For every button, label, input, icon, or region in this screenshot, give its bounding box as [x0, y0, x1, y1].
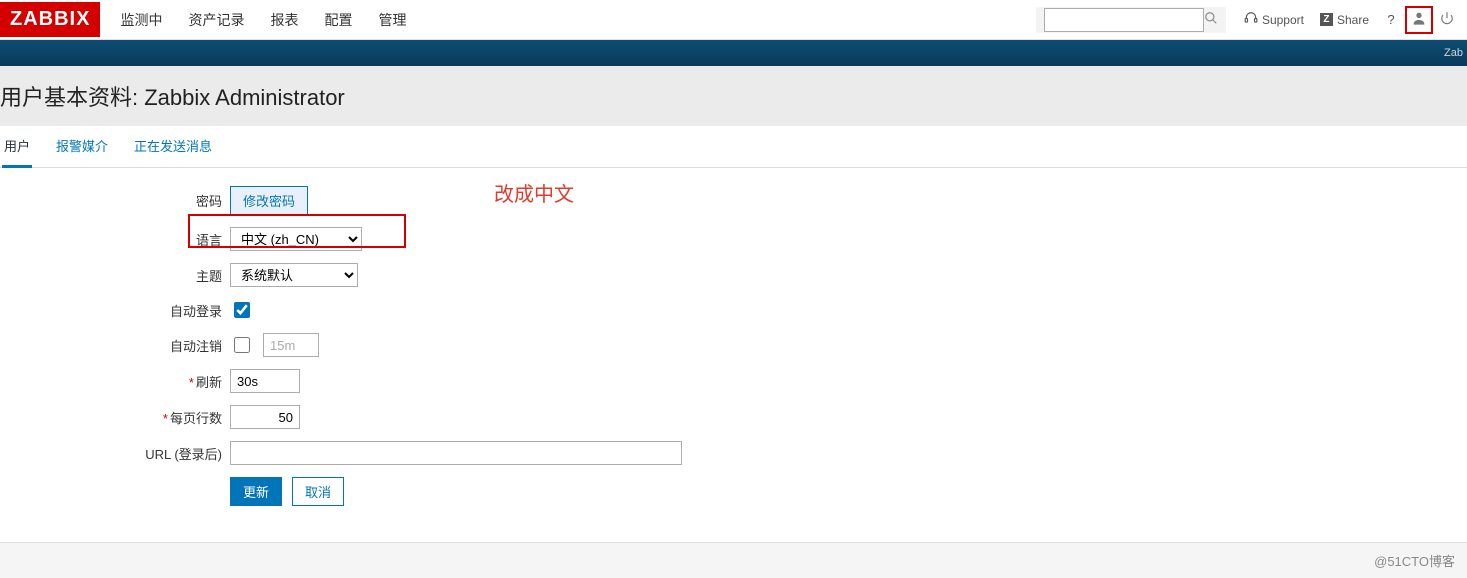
tabs: 用户 报警媒介 正在发送消息: [0, 126, 1467, 168]
share-link[interactable]: Z Share: [1312, 6, 1377, 34]
page-title-prefix: 用户基本资料:: [0, 85, 144, 110]
z-share-icon: Z: [1320, 13, 1333, 26]
tab-media[interactable]: 报警媒介: [54, 136, 110, 167]
sub-nav-bar: Zab: [0, 40, 1467, 66]
search-input[interactable]: [1044, 8, 1204, 32]
tab-user[interactable]: 用户: [2, 136, 32, 168]
search-icon[interactable]: [1204, 11, 1218, 28]
label-theme: 主题: [0, 266, 230, 285]
tab-messaging[interactable]: 正在发送消息: [132, 136, 214, 167]
theme-select[interactable]: 系统默认: [230, 263, 358, 287]
label-refresh: *刷新: [0, 372, 230, 391]
auto-logout-value: [263, 333, 319, 357]
label-url: URL (登录后): [0, 444, 230, 463]
nav-config[interactable]: 配置: [322, 2, 354, 38]
logout-button[interactable]: [1433, 6, 1461, 34]
auto-login-checkbox[interactable]: [234, 302, 250, 318]
label-rows: *每页行数: [0, 408, 230, 427]
footer: @51CTO博客: [0, 542, 1467, 578]
search-box[interactable]: [1036, 7, 1226, 33]
main-menu: 监测中 资产记录 报表 配置 管理: [118, 2, 408, 38]
url-after-login-input[interactable]: [230, 441, 682, 465]
headset-icon: [1244, 11, 1258, 28]
label-auto-login: 自动登录: [0, 301, 230, 320]
share-label: Share: [1337, 13, 1369, 27]
cancel-button[interactable]: 取消: [292, 477, 344, 506]
user-icon: [1411, 10, 1427, 29]
nav-reports[interactable]: 报表: [268, 2, 300, 38]
top-nav: ZABBIX 监测中 资产记录 报表 配置 管理 Support Z Share…: [0, 0, 1467, 40]
rows-per-page-input[interactable]: [230, 405, 300, 429]
subbar-text: Zab: [1444, 47, 1463, 59]
support-link[interactable]: Support: [1236, 6, 1312, 34]
label-language: 语言: [0, 230, 230, 249]
help-button[interactable]: ?: [1377, 6, 1405, 34]
label-password: 密码: [0, 191, 230, 210]
power-icon: [1440, 11, 1454, 28]
support-label: Support: [1262, 13, 1304, 27]
page-title: 用户基本资料: Zabbix Administrator: [0, 80, 1467, 112]
page-header: 用户基本资料: Zabbix Administrator: [0, 66, 1467, 126]
change-password-button[interactable]: 修改密码: [230, 186, 308, 215]
auto-logout-checkbox[interactable]: [234, 337, 250, 353]
nav-monitoring[interactable]: 监测中: [118, 2, 164, 38]
user-profile-button[interactable]: [1405, 6, 1433, 34]
language-select[interactable]: 中文 (zh_CN): [230, 227, 362, 251]
refresh-input[interactable]: [230, 369, 300, 393]
footer-credit: @51CTO博客: [1374, 554, 1455, 569]
update-button[interactable]: 更新: [230, 477, 282, 506]
user-form: 改成中文 密码 修改密码 语言 中文 (zh_CN) 主题 系统默认 自动登录 …: [0, 168, 1467, 542]
nav-admin[interactable]: 管理: [376, 2, 408, 38]
brand-logo[interactable]: ZABBIX: [0, 2, 100, 37]
nav-inventory[interactable]: 资产记录: [186, 2, 246, 38]
annotation-text: 改成中文: [494, 178, 574, 207]
page-title-user: Zabbix Administrator: [144, 85, 345, 110]
label-auto-logout: 自动注销: [0, 336, 230, 355]
